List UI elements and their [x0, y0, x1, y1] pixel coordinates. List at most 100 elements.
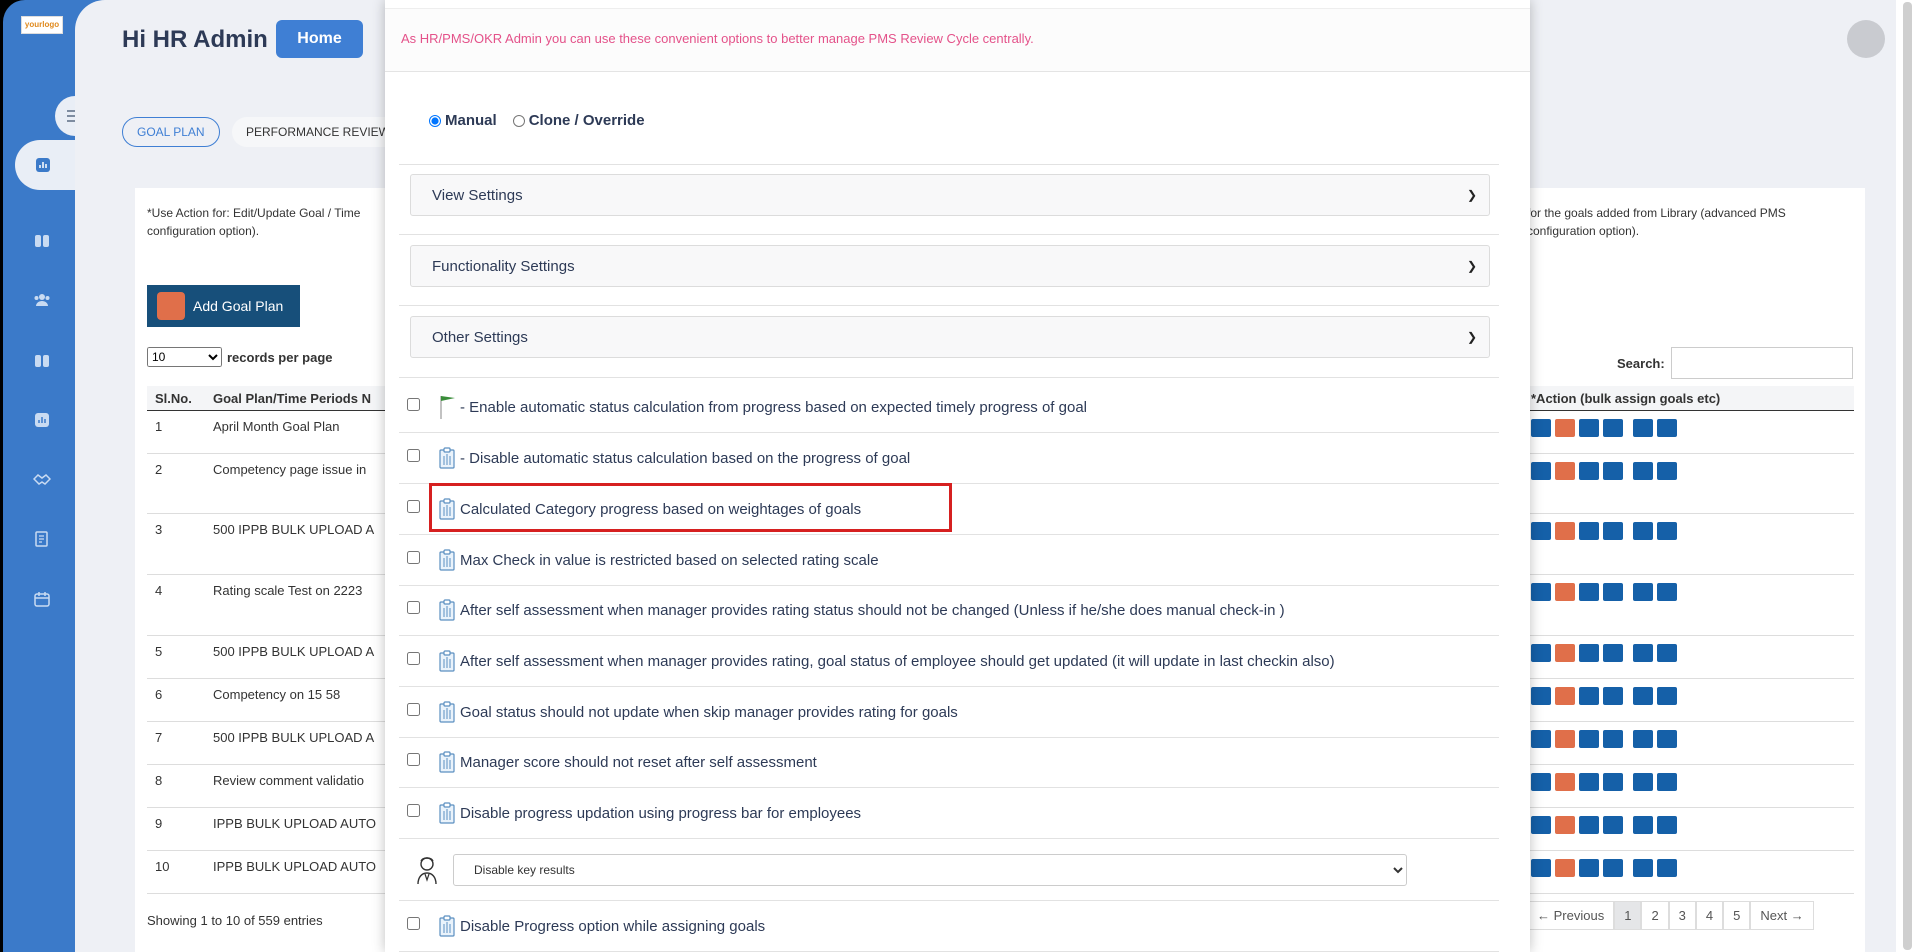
option-checkbox[interactable]	[407, 398, 420, 411]
home-button[interactable]: Home	[276, 20, 363, 58]
sidebar-item-library[interactable]	[33, 352, 51, 370]
page-button[interactable]: 1	[1614, 901, 1642, 930]
settings-icon[interactable]	[1633, 419, 1653, 437]
document-icon[interactable]	[1657, 419, 1677, 437]
delete-icon[interactable]	[1555, 522, 1575, 540]
sidebar-item-reports[interactable]	[33, 411, 51, 429]
document-icon[interactable]	[1657, 730, 1677, 748]
goal-plan-name[interactable]: Competency on 15 58	[213, 687, 387, 702]
document-icon[interactable]	[1657, 687, 1677, 705]
goal-plan-name[interactable]: 500 IPPB BULK UPLOAD A	[213, 644, 387, 659]
manual-option[interactable]: Manual	[429, 112, 497, 129]
document-icon[interactable]	[1657, 816, 1677, 834]
settings-icon[interactable]	[1633, 583, 1653, 601]
sidebar-item-handshake[interactable]	[33, 470, 51, 488]
hierarchy-icon[interactable]	[1579, 859, 1599, 877]
hierarchy-icon[interactable]	[1579, 644, 1599, 662]
hierarchy-icon[interactable]	[1579, 816, 1599, 834]
settings-icon[interactable]	[1633, 644, 1653, 662]
edit-icon[interactable]	[1531, 816, 1551, 834]
page-button[interactable]: 4	[1695, 901, 1724, 930]
scrollbar-thumb[interactable]	[1903, 2, 1912, 950]
assign-user-icon[interactable]	[1603, 687, 1623, 705]
edit-icon[interactable]	[1531, 859, 1551, 877]
settings-icon[interactable]	[1633, 687, 1653, 705]
option-checkbox[interactable]	[407, 917, 420, 930]
settings-icon[interactable]	[1633, 773, 1653, 791]
assign-user-icon[interactable]	[1603, 773, 1623, 791]
page-button[interactable]: 3	[1668, 901, 1696, 930]
view-settings-accordion[interactable]: View Settings ❯	[410, 174, 1490, 216]
clone-option[interactable]: Clone / Override	[512, 112, 645, 129]
avatar[interactable]	[1847, 20, 1885, 58]
col-slno[interactable]: Sl.No.	[147, 391, 213, 406]
edit-icon[interactable]	[1531, 773, 1551, 791]
manual-radio[interactable]	[429, 114, 441, 127]
hierarchy-icon[interactable]	[1579, 419, 1599, 437]
col-action[interactable]: *Action (bulk assign goals etc)	[1527, 386, 1854, 411]
settings-icon[interactable]	[1633, 462, 1653, 480]
page-scrollbar[interactable]	[1896, 0, 1919, 952]
delete-icon[interactable]	[1555, 816, 1575, 834]
assign-user-icon[interactable]	[1603, 462, 1623, 480]
hierarchy-icon[interactable]	[1579, 773, 1599, 791]
document-icon[interactable]	[1657, 583, 1677, 601]
assign-user-icon[interactable]	[1603, 730, 1623, 748]
functionality-settings-accordion[interactable]: Functionality Settings ❯	[410, 245, 1490, 287]
edit-icon[interactable]	[1531, 462, 1551, 480]
search-input[interactable]	[1670, 347, 1853, 379]
option-checkbox[interactable]	[407, 449, 420, 462]
assign-user-icon[interactable]	[1603, 859, 1623, 877]
option-checkbox[interactable]	[407, 551, 420, 564]
edit-icon[interactable]	[1531, 730, 1551, 748]
delete-icon[interactable]	[1555, 583, 1575, 601]
edit-icon[interactable]	[1531, 644, 1551, 662]
settings-icon[interactable]	[1633, 816, 1653, 834]
records-per-page-select[interactable]: 10	[147, 347, 222, 367]
goal-plan-name[interactable]: IPPB BULK UPLOAD AUTO	[213, 816, 387, 831]
edit-icon[interactable]	[1531, 419, 1551, 437]
goal-plan-name[interactable]: Rating scale Test on 2223	[213, 583, 387, 598]
hierarchy-icon[interactable]	[1579, 730, 1599, 748]
edit-icon[interactable]	[1531, 687, 1551, 705]
settings-icon[interactable]	[1633, 522, 1653, 540]
document-icon[interactable]	[1657, 522, 1677, 540]
sidebar-item-users[interactable]	[33, 291, 51, 309]
option-checkbox[interactable]	[407, 500, 420, 513]
goal-plan-name[interactable]: IPPB BULK UPLOAD AUTO	[213, 859, 387, 874]
option-checkbox[interactable]	[407, 753, 420, 766]
document-icon[interactable]	[1657, 773, 1677, 791]
hierarchy-icon[interactable]	[1579, 583, 1599, 601]
document-icon[interactable]	[1657, 859, 1677, 877]
goal-plan-name[interactable]: Competency page issue in	[213, 462, 387, 477]
document-icon[interactable]	[1657, 644, 1677, 662]
delete-icon[interactable]	[1555, 773, 1575, 791]
goal-plan-name[interactable]: April Month Goal Plan	[213, 419, 387, 434]
delete-icon[interactable]	[1555, 419, 1575, 437]
previous-page-button[interactable]: ← Previous	[1527, 901, 1615, 930]
tab-goal-plan[interactable]: GOAL PLAN	[122, 117, 220, 147]
sidebar-item-forms[interactable]	[33, 530, 51, 548]
sidebar-item-calendar[interactable]	[33, 590, 51, 608]
add-goal-plan-button[interactable]: Add Goal Plan	[147, 285, 300, 327]
assign-user-icon[interactable]	[1603, 419, 1623, 437]
assign-user-icon[interactable]	[1603, 583, 1623, 601]
option-checkbox[interactable]	[407, 652, 420, 665]
settings-icon[interactable]	[1633, 859, 1653, 877]
edit-icon[interactable]	[1531, 583, 1551, 601]
page-button[interactable]: 5	[1723, 901, 1751, 930]
hierarchy-icon[interactable]	[1579, 522, 1599, 540]
delete-icon[interactable]	[1555, 859, 1575, 877]
clone-radio[interactable]	[512, 114, 525, 127]
hierarchy-icon[interactable]	[1579, 687, 1599, 705]
delete-icon[interactable]	[1555, 687, 1575, 705]
goal-plan-name[interactable]: 500 IPPB BULK UPLOAD A	[213, 730, 387, 745]
page-button[interactable]: 2	[1641, 901, 1669, 930]
option-checkbox[interactable]	[407, 804, 420, 817]
edit-icon[interactable]	[1531, 522, 1551, 540]
assign-user-icon[interactable]	[1603, 816, 1623, 834]
settings-icon[interactable]	[1633, 730, 1653, 748]
sidebar-item-book[interactable]	[33, 232, 51, 250]
goal-plan-name[interactable]: 500 IPPB BULK UPLOAD A	[213, 522, 387, 537]
option-checkbox[interactable]	[407, 601, 420, 614]
